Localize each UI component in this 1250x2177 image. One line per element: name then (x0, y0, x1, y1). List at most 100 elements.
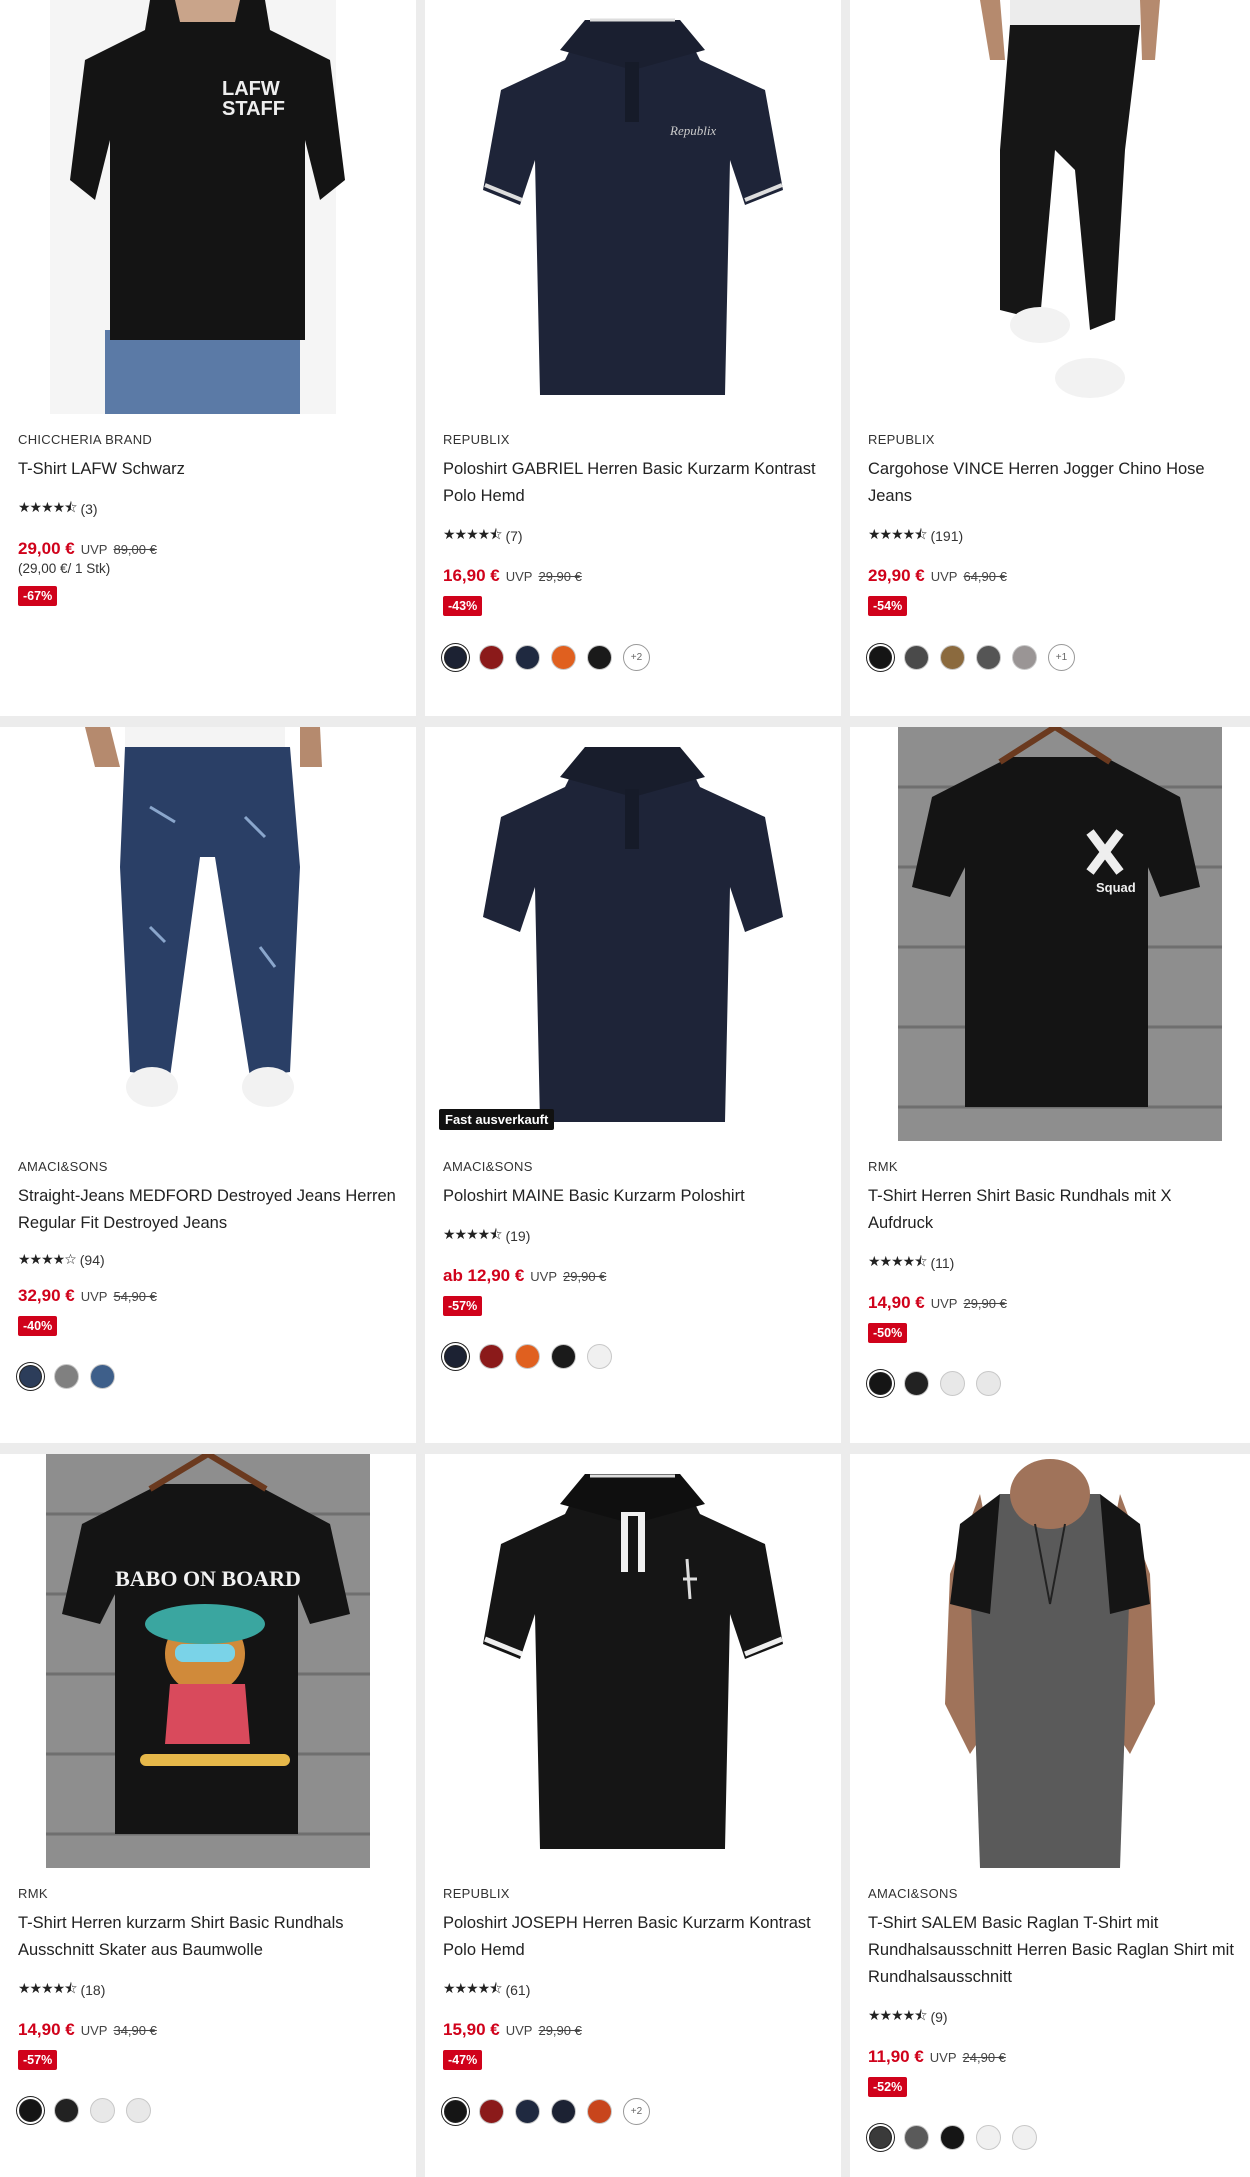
color-swatch[interactable] (940, 1371, 965, 1396)
price-row: 15,90 € UVP 29,90 € (443, 2020, 829, 2040)
product-image[interactable] (0, 727, 416, 1141)
product-title[interactable]: Poloshirt GABRIEL Herren Basic Kurzarm K… (443, 456, 829, 510)
star-rating-icon: ★★★★⯪ (18, 499, 77, 515)
shirt-print: Squad (1096, 880, 1136, 895)
color-swatch[interactable] (976, 1371, 1001, 1396)
product-title[interactable]: T-Shirt Herren kurzarm Shirt Basic Rundh… (18, 1910, 404, 1964)
product-image[interactable]: Squad (850, 727, 1250, 1141)
product-title[interactable]: Poloshirt JOSEPH Herren Basic Kurzarm Ko… (443, 1910, 829, 1964)
color-swatch[interactable] (19, 2099, 42, 2122)
more-colors-button[interactable]: +2 (623, 2098, 650, 2125)
color-swatch[interactable] (869, 1372, 892, 1395)
color-swatch[interactable] (444, 1345, 467, 1368)
color-swatch[interactable] (869, 646, 892, 669)
uvp-label: UVP (505, 2023, 533, 2038)
product-brand: AMACI&SONS (443, 1159, 533, 1174)
product-brand: REPUBLIX (443, 1886, 510, 1901)
color-swatch[interactable] (587, 645, 612, 670)
color-swatch[interactable] (54, 1364, 79, 1389)
color-swatch[interactable] (869, 2126, 892, 2149)
color-swatch[interactable] (587, 2099, 612, 2124)
color-swatch[interactable] (479, 645, 504, 670)
color-swatch[interactable] (587, 1344, 612, 1369)
star-rating-icon: ★★★★⯪ (443, 1226, 502, 1242)
color-swatch[interactable] (904, 1371, 929, 1396)
original-price: 29,90 € (538, 569, 582, 584)
discount-badge: -57% (18, 2050, 58, 2070)
product-brand: REPUBLIX (443, 432, 510, 447)
color-swatch[interactable] (1012, 645, 1037, 670)
product-brand: RMK (18, 1886, 48, 1901)
product-title[interactable]: T-Shirt SALEM Basic Raglan T-Shirt mit R… (868, 1910, 1238, 1991)
color-swatch[interactable] (551, 2099, 576, 2124)
product-rating: ★★★★⯪ (3) (18, 497, 404, 521)
color-swatch[interactable] (479, 2099, 504, 2124)
product-card[interactable]: REPUBLIX Poloshirt JOSEPH Herren Basic K… (425, 1454, 841, 2177)
product-title[interactable]: Poloshirt MAINE Basic Kurzarm Poloshirt (443, 1183, 829, 1210)
product-card[interactable]: LAFW STAFF CHICCHERIA BRAND T-Shirt LAFW… (0, 0, 416, 716)
color-swatch[interactable] (126, 2098, 151, 2123)
product-card[interactable]: AMACI&SONS T-Shirt SALEM Basic Raglan T-… (850, 1454, 1250, 2177)
color-swatch[interactable] (976, 2125, 1001, 2150)
product-image[interactable]: Republix (425, 0, 841, 414)
color-swatch[interactable] (515, 2099, 540, 2124)
color-swatches: +2 (443, 2098, 829, 2125)
color-swatch[interactable] (479, 1344, 504, 1369)
more-colors-button[interactable]: +2 (623, 644, 650, 671)
product-card[interactable]: REPUBLIX Cargohose VINCE Herren Jogger C… (850, 0, 1250, 716)
color-swatch[interactable] (940, 2125, 965, 2150)
product-title[interactable]: T-Shirt LAFW Schwarz (18, 456, 404, 483)
color-swatch[interactable] (515, 645, 540, 670)
shirt-print: LAFW (222, 78, 280, 100)
color-swatch[interactable] (976, 645, 1001, 670)
more-colors-button[interactable]: +1 (1048, 644, 1075, 671)
original-price: 24,90 € (962, 2050, 1006, 2065)
price-row: 11,90 € UVP 24,90 € (868, 2047, 1238, 2067)
product-rating: ★★★★⯪ (7) (443, 524, 829, 548)
star-rating-icon: ★★★★⯪ (868, 2007, 927, 2023)
color-swatch[interactable] (444, 2100, 467, 2123)
color-swatch[interactable] (90, 2098, 115, 2123)
uvp-label: UVP (80, 1289, 108, 1304)
star-rating-icon: ★★★★⯪ (443, 1980, 502, 1996)
color-swatch[interactable] (551, 645, 576, 670)
sale-price: 32,90 € (18, 1286, 75, 1305)
uvp-label: UVP (929, 2050, 957, 2065)
product-card[interactable]: Republix REPUBLIX Poloshirt GABRIEL Herr… (425, 0, 841, 716)
product-image[interactable] (425, 1454, 841, 1868)
color-swatch[interactable] (1012, 2125, 1037, 2150)
star-rating-icon: ★★★★⯪ (443, 526, 502, 542)
star-rating-icon: ★★★★⯪ (18, 1980, 77, 1996)
color-swatch[interactable] (19, 1365, 42, 1388)
color-swatch[interactable] (54, 2098, 79, 2123)
sale-price: 16,90 € (443, 566, 500, 585)
sale-price: 15,90 € (443, 2020, 500, 2039)
sale-price: 14,90 € (18, 2020, 75, 2039)
product-image[interactable] (850, 1454, 1250, 1868)
color-swatch[interactable] (515, 1344, 540, 1369)
product-image[interactable] (850, 0, 1250, 414)
price-row: 29,90 € UVP 64,90 € (868, 566, 1238, 586)
review-count: (19) (505, 1228, 531, 1244)
price-row: 32,90 € UVP 54,90 € (18, 1286, 404, 1306)
color-swatch[interactable] (90, 1364, 115, 1389)
discount-badge: -40% (18, 1316, 58, 1336)
uvp-label: UVP (80, 2023, 108, 2038)
product-card[interactable]: Fast ausverkauft AMACI&SONS Poloshirt MA… (425, 727, 841, 1443)
color-swatch[interactable] (444, 646, 467, 669)
product-image[interactable]: BABO ON BOARD (0, 1454, 416, 1868)
product-card[interactable]: AMACI&SONS Straight-Jeans MEDFORD Destro… (0, 727, 416, 1443)
color-swatch[interactable] (551, 1344, 576, 1369)
color-swatch[interactable] (940, 645, 965, 670)
product-title[interactable]: Straight-Jeans MEDFORD Destroyed Jeans H… (18, 1183, 404, 1237)
product-image[interactable]: LAFW STAFF (0, 0, 416, 414)
low-stock-flag: Fast ausverkauft (439, 1109, 555, 1130)
product-title[interactable]: T-Shirt Herren Shirt Basic Rundhals mit … (868, 1183, 1238, 1237)
product-brand: CHICCHERIA BRAND (18, 432, 153, 447)
product-card[interactable]: BABO ON BOARD RMK T-Shirt Herren kurzarm… (0, 1454, 416, 2177)
product-title[interactable]: Cargohose VINCE Herren Jogger Chino Hose… (868, 456, 1238, 510)
product-card[interactable]: Squad RMK T-Shirt Herren Shirt Basic Run… (850, 727, 1250, 1443)
color-swatch[interactable] (904, 645, 929, 670)
color-swatch[interactable] (904, 2125, 929, 2150)
product-image[interactable]: Fast ausverkauft (425, 727, 841, 1141)
